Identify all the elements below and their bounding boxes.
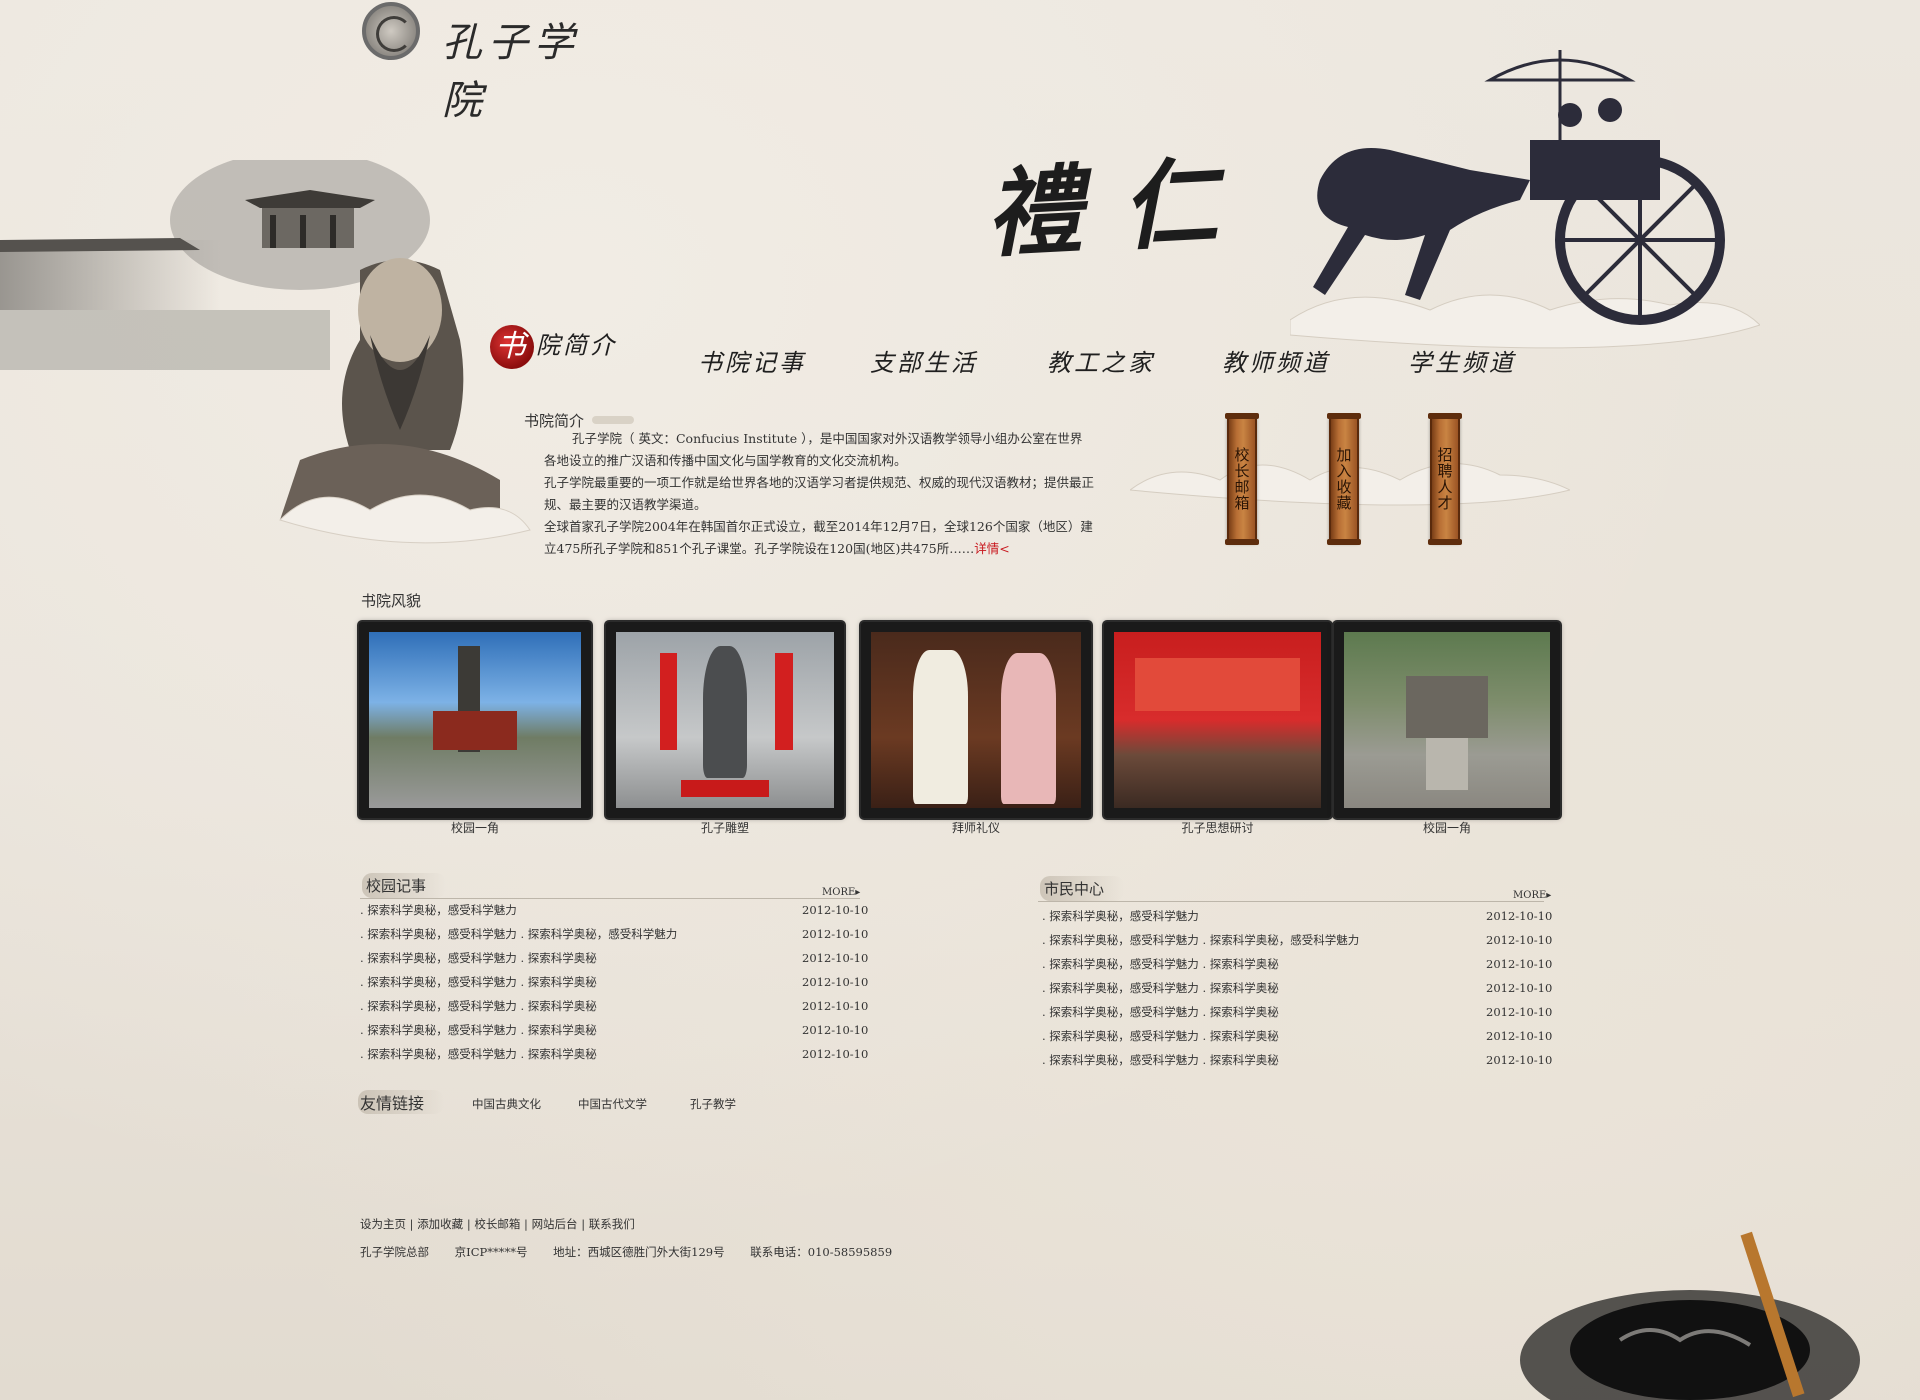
citizen-center-row: . 探索科学奥秘，感受科学魅力 2012-10-10 xyxy=(1042,906,1556,926)
campus-news-row-title[interactable]: . 探索科学奥秘，感受科学魅力 . 探索科学奥秘 xyxy=(360,1044,597,1064)
inkstone-brush-image xyxy=(1520,1231,1860,1400)
campus-news-row-date: 2012-10-10 xyxy=(802,951,869,965)
campus-news-more-link[interactable]: MORE▸ xyxy=(822,887,860,898)
logo-text: 孔子学院 xyxy=(442,20,580,124)
gallery-photo-ceremony[interactable] xyxy=(861,622,1091,818)
gallery-title: 书院风貌 xyxy=(361,592,422,610)
friendly-links-title: 友情链接 xyxy=(358,1090,445,1114)
campus-news-row-title[interactable]: . 探索科学奥秘，感受科学魅力 . 探索科学奥秘 xyxy=(360,1020,597,1040)
citizen-center-row: . 探索科学奥秘，感受科学魅力 . 探索科学奥秘，感受科学魅力 2012-10-1… xyxy=(1042,930,1556,950)
nav-item-staff-home[interactable]: 教工之家 xyxy=(1047,343,1155,378)
link-classical-culture[interactable]: 中国古典文化 xyxy=(472,1096,541,1112)
citizen-center-row-date: 2012-10-10 xyxy=(1486,1005,1553,1019)
citizen-center-row-title[interactable]: . 探索科学奥秘，感受科学魅力 xyxy=(1042,906,1199,926)
campus-news-row: . 探索科学奥秘，感受科学魅力 . 探索科学奥秘 2012-10-10 xyxy=(360,1020,872,1040)
recruitment-button[interactable]: 招聘人才 xyxy=(1428,413,1462,545)
footer-org: 孔子学院总部 xyxy=(360,1245,429,1259)
citizen-center-row-title[interactable]: . 探索科学奥秘，感受科学魅力 . 探索科学奥秘 xyxy=(1042,954,1279,974)
add-favorite-button[interactable]: 加入收藏 xyxy=(1327,413,1361,545)
campus-news-row: . 探索科学奥秘，感受科学魅力 . 探索科学奥秘 2012-10-10 xyxy=(360,972,872,992)
footer-info: 孔子学院总部 京ICP*****号 地址：西城区德胜门外大街129号 联系电话：… xyxy=(360,1244,914,1260)
link-ancient-literature[interactable]: 中国古代文学 xyxy=(578,1096,647,1112)
intro-paragraph-1: 孔子学院（ 英文：Confucius Institute ），是中国国家对外汉语… xyxy=(544,431,1083,468)
gallery-caption-courtyard: 校园一角 xyxy=(1422,821,1471,835)
footer-set-homepage[interactable]: 设为主页 xyxy=(360,1217,406,1231)
link-confucius-teaching[interactable]: 孔子教学 xyxy=(690,1096,736,1112)
citizen-center-divider xyxy=(1038,901,1544,902)
campus-news-row-title[interactable]: . 探索科学奥秘，感受科学魅力 . 探索科学奥秘 xyxy=(360,972,597,992)
citizen-center-row: . 探索科学奥秘，感受科学魅力 . 探索科学奥秘 2012-10-10 xyxy=(1042,954,1556,974)
gallery-photo-statue[interactable] xyxy=(606,622,844,818)
footer-principal-mailbox[interactable]: 校长邮箱 xyxy=(474,1217,520,1231)
gallery-caption-seminar: 孔子思想研讨 xyxy=(1181,821,1254,835)
campus-news-row-date: 2012-10-10 xyxy=(802,927,869,941)
citizen-center-row-date: 2012-10-10 xyxy=(1486,933,1553,947)
citizen-center-row: . 探索科学奥秘，感受科学魅力 . 探索科学奥秘 2012-10-10 xyxy=(1042,1002,1556,1022)
citizen-center-row: . 探索科学奥秘，感受科学魅力 . 探索科学奥秘 2012-10-10 xyxy=(1042,1050,1556,1070)
campus-news-divider xyxy=(360,898,860,899)
nav-active-seal-icon: 书 xyxy=(490,325,534,369)
footer-nav: 设为主页 | 添加收藏 | 校长邮箱 | 网站后台 | 联系我们 xyxy=(360,1217,635,1231)
main-nav: 书院简介 书院记事 支部生活 教工之家 教师频道 学生频道 xyxy=(490,325,1530,385)
footer-contact[interactable]: 联系我们 xyxy=(589,1217,635,1231)
gallery-caption-campus: 校园一角 xyxy=(450,821,499,835)
campus-news-title: 校园记事 xyxy=(362,873,447,898)
campus-news-row: . 探索科学奥秘，感受科学魅力 . 探索科学奥秘 2012-10-10 xyxy=(360,948,872,968)
calligraphy-title: 禮仁 xyxy=(982,143,1261,272)
campus-news-row-date: 2012-10-10 xyxy=(802,1023,869,1037)
intro-body: 孔子学院（ 英文：Confucius Institute ），是中国国家对外汉语… xyxy=(544,428,1094,560)
footer-icp: 京ICP*****号 xyxy=(454,1245,528,1259)
citizen-center-row-title[interactable]: . 探索科学奥秘，感受科学魅力 . 探索科学奥秘 xyxy=(1042,1050,1279,1070)
nav-item-academy-intro[interactable]: 书院简介 xyxy=(490,325,617,369)
campus-news-row-title[interactable]: . 探索科学奥秘，感受科学魅力 . 探索科学奥秘 xyxy=(360,996,597,1016)
citizen-center-row-date: 2012-10-10 xyxy=(1486,1029,1553,1043)
logo-seal-icon xyxy=(362,2,420,60)
citizen-center-row: . 探索科学奥秘，感受科学魅力 . 探索科学奥秘 2012-10-10 xyxy=(1042,1026,1556,1046)
nav-item-teacher-channel[interactable]: 教师频道 xyxy=(1222,343,1330,378)
campus-news-row: . 探索科学奥秘，感受科学魅力 2012-10-10 xyxy=(360,900,872,920)
intro-paragraph-2: 孔子学院最重要的一项工作就是给世界各地的汉语学习者提供规范、权威的现代汉语教材；… xyxy=(544,475,1095,512)
footer-address: 地址：西城区德胜门外大街129号 xyxy=(553,1245,725,1259)
campus-news-row: . 探索科学奥秘，感受科学魅力 . 探索科学奥秘 2012-10-10 xyxy=(360,1044,872,1064)
citizen-center-row-date: 2012-10-10 xyxy=(1486,1053,1553,1067)
footer-add-favorite[interactable]: 添加收藏 xyxy=(417,1217,463,1231)
campus-news-row-title[interactable]: . 探索科学奥秘，感受科学魅力 xyxy=(360,900,517,920)
citizen-center-row-title[interactable]: . 探索科学奥秘，感受科学魅力 . 探索科学奥秘 xyxy=(1042,1026,1279,1046)
citizen-center-row: . 探索科学奥秘，感受科学魅力 . 探索科学奥秘 2012-10-10 xyxy=(1042,978,1556,998)
gallery-photo-campus[interactable] xyxy=(359,622,591,818)
campus-news-row-title[interactable]: . 探索科学奥秘，感受科学魅力 . 探索科学奥秘 xyxy=(360,948,597,968)
gallery-photo-seminar[interactable] xyxy=(1104,622,1331,818)
footer-phone: 联系电话：010-58595859 xyxy=(750,1245,893,1259)
citizen-center-row-date: 2012-10-10 xyxy=(1486,909,1553,923)
citizen-center-row-title[interactable]: . 探索科学奥秘，感受科学魅力 . 探索科学奥秘 xyxy=(1042,1002,1279,1022)
nav-item-student-channel[interactable]: 学生频道 xyxy=(1408,343,1516,378)
campus-news-row: . 探索科学奥秘，感受科学魅力 . 探索科学奥秘 2012-10-10 xyxy=(360,996,872,1016)
citizen-center-more-link[interactable]: MORE▸ xyxy=(1513,890,1551,901)
footer-admin[interactable]: 网站后台 xyxy=(532,1217,578,1231)
citizen-center-row-date: 2012-10-10 xyxy=(1486,981,1553,995)
citizen-center-title: 市民中心 xyxy=(1040,876,1125,901)
campus-news-row-date: 2012-10-10 xyxy=(802,975,869,989)
intro-paragraph-3: 全球首家孔子学院2004年在韩国首尔正式设立，截至2014年12月7日，全球12… xyxy=(544,519,1093,556)
campus-news-row: . 探索科学奥秘，感受科学魅力 . 探索科学奥秘，感受科学魅力 2012-10-1… xyxy=(360,924,872,944)
campus-news-row-title[interactable]: . 探索科学奥秘，感受科学魅力 . 探索科学奥秘，感受科学魅力 xyxy=(360,924,677,944)
campus-news-row-date: 2012-10-10 xyxy=(802,903,869,917)
campus-news-row-date: 2012-10-10 xyxy=(802,999,869,1013)
campus-news-row-date: 2012-10-10 xyxy=(802,1047,869,1061)
nav-item-academy-news[interactable]: 书院记事 xyxy=(698,343,806,378)
citizen-center-row-title[interactable]: . 探索科学奥秘，感受科学魅力 . 探索科学奥秘 xyxy=(1042,978,1279,998)
principal-mailbox-button[interactable]: 校长邮箱 xyxy=(1225,413,1259,545)
nav-item-branch-life[interactable]: 支部生活 xyxy=(870,343,978,378)
gallery-caption-ceremony: 拜师礼仪 xyxy=(951,821,1000,835)
intro-more-link[interactable]: 详情< xyxy=(974,541,1009,556)
citizen-center-row-title[interactable]: . 探索科学奥秘，感受科学魅力 . 探索科学奥秘，感受科学魅力 xyxy=(1042,930,1359,950)
gallery-photo-courtyard[interactable] xyxy=(1334,622,1560,818)
citizen-center-row-date: 2012-10-10 xyxy=(1486,957,1553,971)
gallery-caption-statue: 孔子雕塑 xyxy=(700,821,749,835)
confucius-scenery-image xyxy=(0,160,531,544)
site-logo[interactable]: 孔子学院 xyxy=(362,2,622,124)
